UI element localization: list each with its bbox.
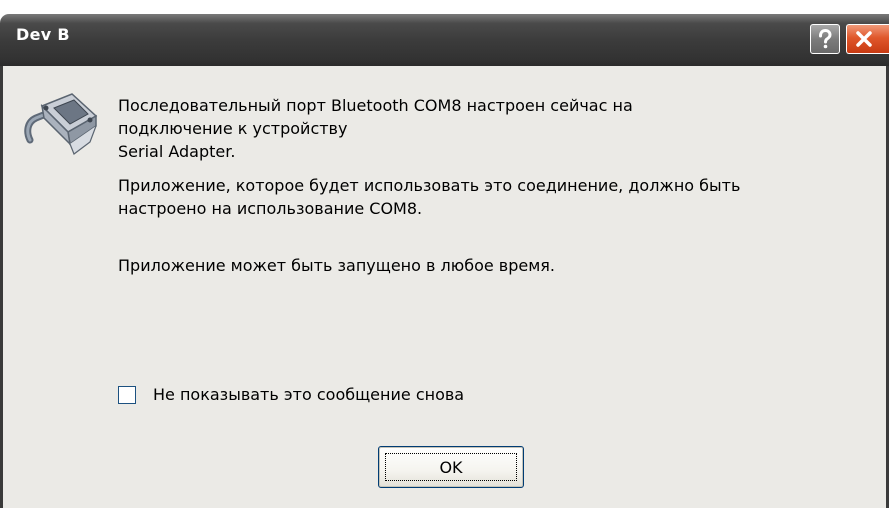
- ok-button-label: OK: [385, 453, 517, 481]
- help-button[interactable]: [810, 24, 840, 54]
- message-line: подключение к устройству: [118, 119, 348, 138]
- dont-show-again-checkbox[interactable]: [118, 386, 136, 404]
- question-icon: [819, 28, 832, 49]
- window-frame-left: [0, 66, 3, 508]
- checkbox-label[interactable]: Не показывать это сообщение снова: [153, 385, 464, 404]
- title-bar[interactable]: Dev B: [0, 14, 889, 66]
- serial-port-icon: [24, 93, 98, 155]
- close-button[interactable]: [846, 24, 889, 54]
- dialog-window: Dev B Последовательный порт Bluetooth CO…: [0, 0, 889, 508]
- close-icon: [856, 31, 872, 47]
- window-title: Dev B: [16, 25, 70, 44]
- message-line: Последовательный порт Bluetooth COM8 нас…: [118, 96, 633, 115]
- ok-button[interactable]: OK: [378, 446, 524, 488]
- message-line: Приложение, которое будет использовать э…: [118, 176, 741, 195]
- message-line: настроено на использование COM8.: [118, 199, 423, 218]
- message-line: Приложение может быть запущено в любое в…: [118, 256, 556, 275]
- message-line: Serial Adapter.: [118, 142, 236, 161]
